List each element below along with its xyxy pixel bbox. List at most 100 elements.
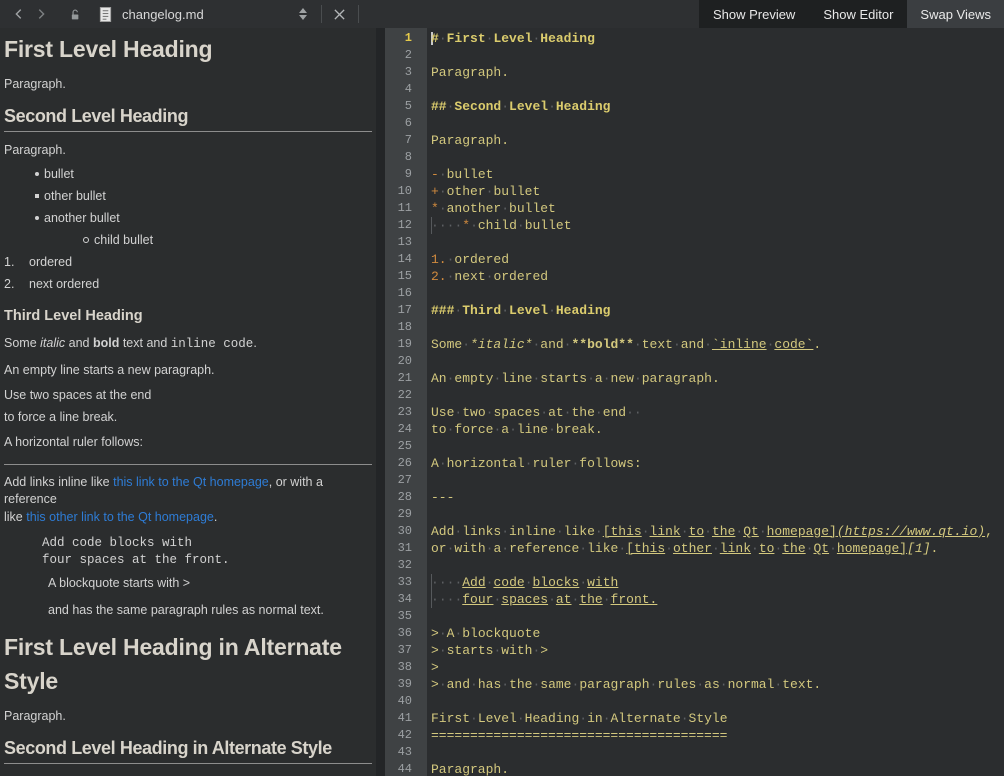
code-token: Paragraph. — [431, 65, 509, 80]
code-token: . — [931, 541, 939, 556]
code-token: Style — [689, 711, 728, 726]
code-line[interactable] — [431, 472, 1004, 489]
code-line[interactable]: A·horizontal·ruler·follows: — [431, 455, 1004, 472]
line-number: 25 — [385, 438, 427, 455]
show-preview-button[interactable]: Show Preview — [699, 0, 809, 28]
code-line[interactable] — [431, 557, 1004, 574]
code-line[interactable] — [431, 115, 1004, 132]
code-line[interactable] — [431, 744, 1004, 761]
forward-icon[interactable] — [30, 2, 52, 26]
code-token: > — [431, 677, 439, 692]
back-icon[interactable] — [8, 2, 30, 26]
whitespace-dot: · — [751, 541, 759, 556]
code-line[interactable]: Paragraph. — [431, 132, 1004, 149]
code-line[interactable]: First·Level·Heading·in·Alternate·Style — [431, 710, 1004, 727]
line-number: 35 — [385, 608, 427, 625]
code-line[interactable]: --- — [431, 489, 1004, 506]
code-line[interactable] — [431, 353, 1004, 370]
code-token: (https://www.qt.io) — [837, 524, 985, 539]
code-line[interactable] — [431, 234, 1004, 251]
filename-label: changelog.md — [122, 7, 204, 22]
whitespace-dot: · — [603, 711, 611, 726]
whitespace-dot: · — [439, 456, 447, 471]
code-token: Use — [431, 405, 454, 420]
whitespace-dot: · — [579, 575, 587, 590]
code-line[interactable]: ····*·child·bullet — [431, 217, 1004, 234]
line-number: 39 — [385, 676, 427, 693]
line-number: 37 — [385, 642, 427, 659]
code-line[interactable]: ====================================== — [431, 727, 1004, 744]
code-token: other — [447, 184, 486, 199]
code-line[interactable]: #·First·Level·Heading — [431, 30, 1004, 47]
code-line[interactable]: Paragraph. — [431, 64, 1004, 81]
code-line[interactable]: ····Add·code·blocks·with — [431, 574, 1004, 591]
qt-homepage-link[interactable]: this link to the Qt homepage — [113, 475, 269, 489]
code-token: the — [509, 677, 532, 692]
whitespace-dot: · — [431, 575, 439, 590]
code-line[interactable]: +·other·bullet — [431, 183, 1004, 200]
code-line[interactable] — [431, 81, 1004, 98]
code-line[interactable]: 2.·next·ordered — [431, 268, 1004, 285]
code-line[interactable]: *·another·bullet — [431, 200, 1004, 217]
code-token: homepage] — [767, 524, 837, 539]
code-line[interactable]: >·starts·with·> — [431, 642, 1004, 659]
unlock-icon[interactable] — [64, 2, 86, 26]
preview-paragraph: Some italic and bold text and inline cod… — [4, 335, 372, 353]
code-line[interactable] — [431, 387, 1004, 404]
whitespace-dot: · — [540, 405, 548, 420]
code-line[interactable]: An·empty·line·starts·a·new·paragraph. — [431, 370, 1004, 387]
code-line[interactable]: Add·links·inline·like·[this·link·to·the·… — [431, 523, 1004, 540]
code-line[interactable]: ##·Second·Level·Heading — [431, 98, 1004, 115]
horizontal-rule — [4, 464, 372, 465]
code-line[interactable] — [431, 47, 1004, 64]
code-text-area[interactable]: #·First·Level·Heading Paragraph. ##·Second… — [427, 28, 1004, 776]
code-line[interactable] — [431, 693, 1004, 710]
show-editor-button[interactable]: Show Editor — [809, 0, 907, 28]
swap-views-button[interactable]: Swap Views — [907, 0, 1004, 28]
code-line[interactable] — [431, 285, 1004, 302]
code-line[interactable]: to·force·a·line·break. — [431, 421, 1004, 438]
code-line[interactable] — [431, 149, 1004, 166]
ordered-number: 2. — [4, 277, 29, 291]
preview-paragraph: Paragraph. — [4, 76, 372, 92]
code-line[interactable]: >·A·blockquote — [431, 625, 1004, 642]
qt-homepage-link[interactable]: this other link to the Qt homepage — [26, 510, 214, 524]
preview-scrollbar[interactable] — [376, 28, 385, 776]
code-line[interactable]: 1.·ordered — [431, 251, 1004, 268]
code-line[interactable] — [431, 506, 1004, 523]
whitespace-dot: · — [665, 541, 673, 556]
code-token: homepage] — [837, 541, 907, 556]
close-icon[interactable] — [329, 2, 351, 26]
line-number: 32 — [385, 557, 427, 574]
code-line[interactable]: or·with·a·reference·like·[this·other·lin… — [431, 540, 1004, 557]
blockquote-line: and has the same paragraph rules as norm… — [48, 603, 372, 617]
code-token: ruler — [532, 456, 571, 471]
code-line[interactable]: ###·Third·Level·Heading — [431, 302, 1004, 319]
code-line[interactable]: -·bullet — [431, 166, 1004, 183]
whitespace-dot: · — [696, 677, 704, 692]
line-number: 22 — [385, 387, 427, 404]
line-number: 44 — [385, 761, 427, 776]
code-line[interactable]: >·and·has·the·same·paragraph·rules·as·no… — [431, 676, 1004, 693]
code-line[interactable]: Some·*italic*·and·**bold**·text·and·`inl… — [431, 336, 1004, 353]
code-token: paragraph. — [642, 371, 720, 386]
preview-paragraph: Add links inline like this link to the Q… — [4, 474, 372, 508]
code-line[interactable]: ····four·spaces·at·the·front. — [431, 591, 1004, 608]
code-token: at — [548, 405, 564, 420]
preview-heading: Second Level Heading — [4, 105, 372, 132]
code-line[interactable] — [431, 608, 1004, 625]
bullet-item: bullet — [4, 167, 372, 181]
size-stepper-icon[interactable] — [292, 2, 314, 26]
code-line[interactable]: Use·two·spaces·at·the·end·· — [431, 404, 1004, 421]
code-token: with — [501, 643, 532, 658]
document-icon — [94, 2, 116, 26]
code-line[interactable]: > — [431, 659, 1004, 676]
code-token: end — [603, 405, 626, 420]
code-line[interactable] — [431, 319, 1004, 336]
code-token: Qt — [743, 524, 759, 539]
markdown-preview-pane[interactable]: First Level HeadingParagraph.Second Leve… — [0, 28, 376, 776]
whitespace-dot: · — [603, 592, 611, 607]
code-line[interactable]: Paragraph. — [431, 761, 1004, 776]
code-line[interactable] — [431, 438, 1004, 455]
code-token: line — [517, 422, 548, 437]
